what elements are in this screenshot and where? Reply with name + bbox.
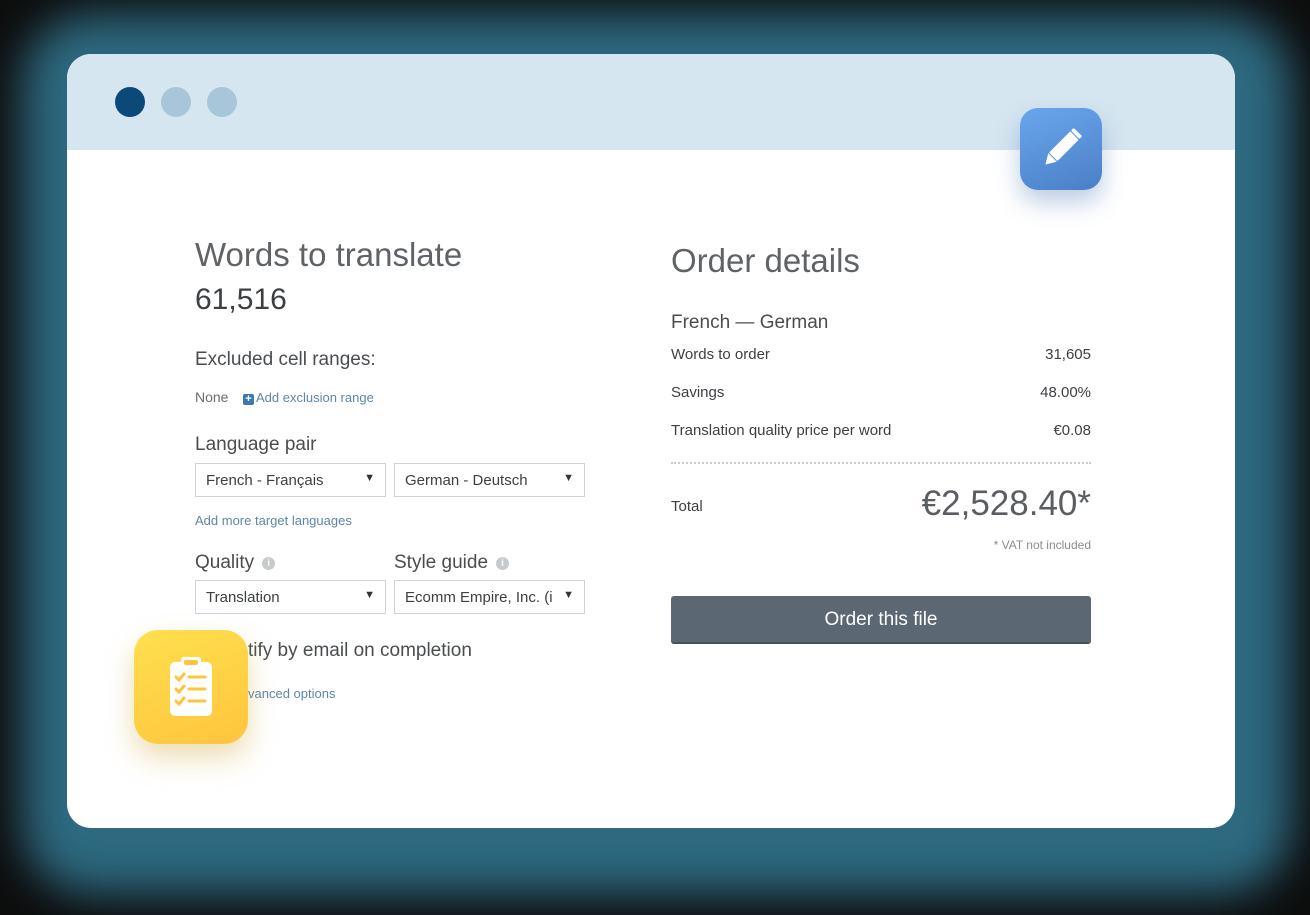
- dropdown-arrow-icon: ▼: [364, 472, 375, 484]
- dropdown-arrow-icon: ▼: [563, 589, 574, 601]
- row-value: €0.08: [1053, 422, 1091, 439]
- row-label: Words to order: [671, 346, 770, 363]
- row-label: Translation quality price per word: [671, 422, 892, 439]
- words-title: Words to translate: [195, 236, 463, 273]
- language-pair-label: Language pair: [195, 434, 317, 455]
- dropdown-arrow-icon: ▼: [364, 589, 375, 601]
- quality-label: Quality i: [195, 552, 276, 574]
- edit-app-icon[interactable]: [1020, 108, 1102, 190]
- add-exclusion-label: Add exclusion range: [256, 390, 374, 405]
- source-language-value: French - Français: [206, 472, 324, 489]
- pencil-icon: [1045, 128, 1082, 165]
- word-count: 61,516: [195, 283, 287, 316]
- excluded-label: Excluded cell ranges:: [195, 349, 376, 370]
- add-target-languages-link[interactable]: Add more target languages: [195, 513, 352, 528]
- add-exclusion-link[interactable]: + Add exclusion range: [243, 390, 374, 405]
- style-guide-label: Style guide i: [394, 552, 510, 574]
- dropdown-arrow-icon: ▼: [563, 472, 574, 484]
- clipboard-checklist-icon: [170, 657, 212, 716]
- source-language-select[interactable]: French - Français ▼: [195, 463, 386, 497]
- maximize-dot[interactable]: [207, 87, 237, 117]
- language-pair-summary: French — German: [671, 312, 829, 333]
- clipboard-app-icon[interactable]: [134, 630, 248, 744]
- close-dot[interactable]: [115, 87, 145, 117]
- target-language-select[interactable]: German - Deutsch ▼: [394, 463, 585, 497]
- target-language-value: German - Deutsch: [405, 472, 528, 489]
- savings-row: Savings 48.00%: [671, 384, 1091, 401]
- advanced-options-link[interactable]: vanced options: [248, 686, 335, 701]
- style-guide-label-text: Style guide: [394, 552, 489, 573]
- price-per-word-row: Translation quality price per word €0.08: [671, 422, 1091, 439]
- vat-note: * VAT not included: [993, 538, 1091, 552]
- excluded-value: None: [195, 389, 229, 405]
- style-guide-value: Ecomm Empire, Inc. (i: [405, 589, 553, 606]
- order-details-title: Order details: [671, 242, 860, 279]
- plus-icon: +: [243, 394, 254, 405]
- dotted-divider: [671, 462, 1091, 464]
- total-amount: €2,528.40*: [921, 484, 1091, 523]
- minimize-dot[interactable]: [161, 87, 191, 117]
- quality-select[interactable]: Translation ▼: [195, 580, 386, 614]
- row-label: Savings: [671, 384, 725, 401]
- row-value: 48.00%: [1040, 384, 1091, 401]
- notify-email-label[interactable]: tify by email on completion: [248, 640, 472, 662]
- info-icon[interactable]: i: [262, 557, 276, 570]
- order-file-button[interactable]: Order this file: [671, 596, 1091, 644]
- words-to-order-row: Words to order 31,605: [671, 346, 1091, 363]
- row-value: 31,605: [1045, 346, 1091, 363]
- quality-value: Translation: [206, 589, 280, 606]
- quality-label-text: Quality: [195, 552, 255, 573]
- style-guide-select[interactable]: Ecomm Empire, Inc. (i ▼: [394, 580, 585, 614]
- info-icon[interactable]: i: [496, 557, 510, 570]
